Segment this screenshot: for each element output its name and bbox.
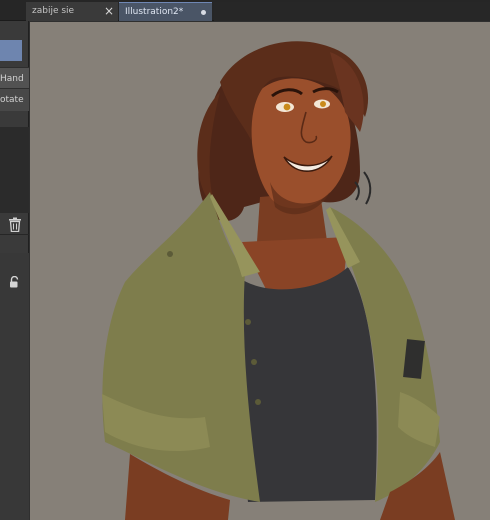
panel-empty-area xyxy=(0,127,29,213)
tab-label: zabije sie xyxy=(32,6,75,16)
unsaved-dot-icon xyxy=(201,10,206,15)
tab-label: Illustration2* xyxy=(125,7,184,17)
tab-illustration2[interactable]: Illustration2* xyxy=(119,2,212,21)
drawing-canvas[interactable] xyxy=(30,22,490,520)
selected-tool-indicator[interactable] xyxy=(0,40,22,61)
layer-panel-area xyxy=(0,253,29,520)
tool-option-label: otate xyxy=(0,95,24,105)
tool-property-panel: Hand otate xyxy=(0,21,29,520)
tab-zabije-sie[interactable]: zabije sie × xyxy=(26,2,118,21)
close-icon[interactable]: × xyxy=(104,2,114,21)
tool-option-hand[interactable]: Hand xyxy=(0,67,29,89)
document-tab-bar: zabije sie × Illustration2* xyxy=(0,0,490,21)
tab-bar-empty-area xyxy=(214,2,490,21)
tool-option-rotate[interactable]: otate xyxy=(0,89,29,111)
tool-option-label: Hand xyxy=(0,74,24,84)
trash-icon[interactable] xyxy=(8,217,22,232)
character-illustration xyxy=(102,41,455,520)
panel-divider xyxy=(0,234,29,235)
lock-icon[interactable] xyxy=(9,276,20,288)
